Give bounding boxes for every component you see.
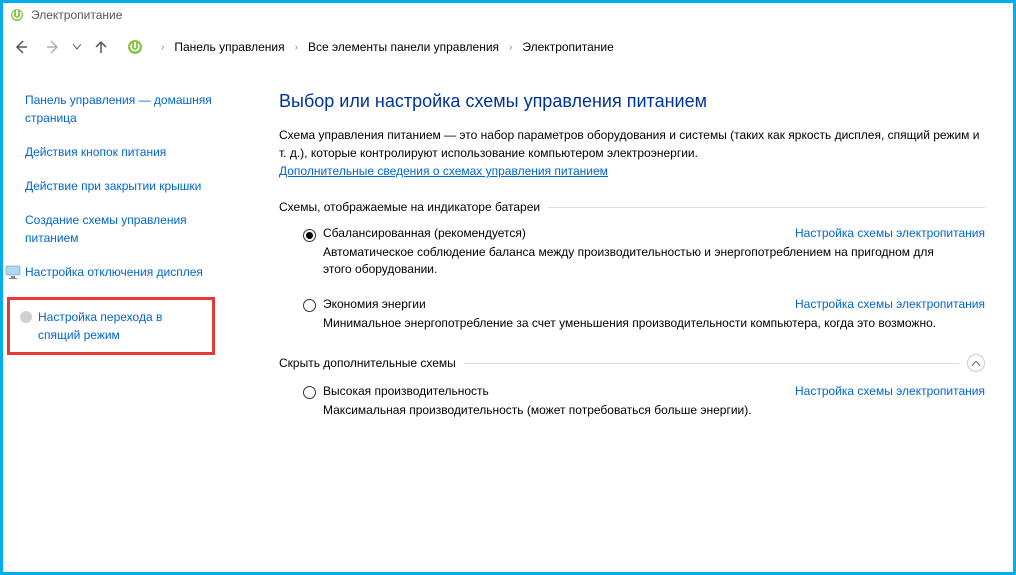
crumb-power-options[interactable]: Электропитание [520, 38, 615, 56]
main-content: Выбор или настройка схемы управления пит… [243, 67, 1013, 572]
moon-icon [18, 309, 34, 325]
titlebar: Электропитание [3, 3, 1013, 27]
plan-settings-link[interactable]: Настройка схемы электропитания [795, 297, 985, 311]
plan-desc: Автоматическое соблюдение баланса между … [323, 244, 963, 279]
plan-desc: Минимальное энергопотребление за счет ум… [323, 315, 963, 332]
divider [464, 363, 959, 364]
page-title: Выбор или настройка схемы управления пит… [279, 91, 985, 112]
radio-power-saver[interactable] [303, 299, 316, 312]
forward-button[interactable] [41, 35, 65, 59]
window-title: Электропитание [31, 8, 122, 22]
highlight-box: Настройка перехода в спящий режим [7, 297, 215, 355]
sidebar-item-sleep[interactable]: Настройка перехода в спящий режим [20, 308, 202, 344]
radio-high-performance[interactable] [303, 386, 316, 399]
sidebar-item-home[interactable]: Панель управления — домашняя страница [25, 91, 225, 127]
sidebar-item-power-buttons[interactable]: Действия кнопок питания [25, 143, 225, 161]
plan-balanced: Сбалансированная (рекомендуется) Настрой… [303, 226, 985, 279]
plan-name[interactable]: Сбалансированная (рекомендуется) [323, 226, 526, 240]
divider [548, 207, 985, 208]
recent-locations-button[interactable] [73, 44, 81, 50]
plan-high-performance: Высокая производительность Настройка схе… [303, 384, 985, 419]
plan-power-saver: Экономия энергии Настройка схемы электро… [303, 297, 985, 332]
section-label-text: Схемы, отображаемые на индикаторе батаре… [279, 200, 540, 214]
chevron-right-icon[interactable]: › [291, 42, 302, 53]
sidebar-item-create-plan[interactable]: Создание схемы управления питанием [25, 211, 225, 247]
plan-name[interactable]: Высокая производительность [323, 384, 489, 398]
plan-desc: Максимальная производительность (может п… [323, 402, 963, 419]
crumb-control-panel[interactable]: Панель управления [172, 38, 286, 56]
learn-more-link[interactable]: Дополнительные сведения о схемах управле… [279, 164, 608, 178]
back-button[interactable] [9, 35, 33, 59]
plan-name[interactable]: Экономия энергии [323, 297, 426, 311]
collapse-toggle[interactable] [967, 354, 985, 372]
section-battery-plans: Схемы, отображаемые на индикаторе батаре… [279, 200, 985, 214]
intro-text: Схема управления питанием — это набор па… [279, 126, 985, 162]
section-label-text: Скрыть дополнительные схемы [279, 356, 456, 370]
address-bar-icon [125, 37, 145, 57]
sidebar-item-label: Настройка отключения дисплея [25, 265, 203, 279]
section-hide-extra: Скрыть дополнительные схемы [279, 354, 985, 372]
plan-settings-link[interactable]: Настройка схемы электропитания [795, 226, 985, 240]
sidebar-item-lid-close[interactable]: Действие при закрытии крышки [25, 177, 225, 195]
sidebar: Панель управления — домашняя страница Де… [3, 67, 243, 572]
crumb-all-items[interactable]: Все элементы панели управления [306, 38, 501, 56]
radio-balanced[interactable] [303, 229, 316, 242]
breadcrumb[interactable]: › Панель управления › Все элементы панел… [157, 38, 616, 56]
plan-settings-link[interactable]: Настройка схемы электропитания [795, 384, 985, 398]
sidebar-item-display-off[interactable]: Настройка отключения дисплея [25, 263, 225, 281]
up-button[interactable] [89, 35, 113, 59]
chevron-right-icon[interactable]: › [505, 42, 516, 53]
nav-toolbar: › Панель управления › Все элементы панел… [3, 27, 1013, 67]
chevron-right-icon[interactable]: › [157, 42, 168, 53]
monitor-icon [5, 264, 21, 280]
power-options-icon [9, 7, 25, 23]
sidebar-item-label: Настройка перехода в спящий режим [38, 308, 202, 344]
